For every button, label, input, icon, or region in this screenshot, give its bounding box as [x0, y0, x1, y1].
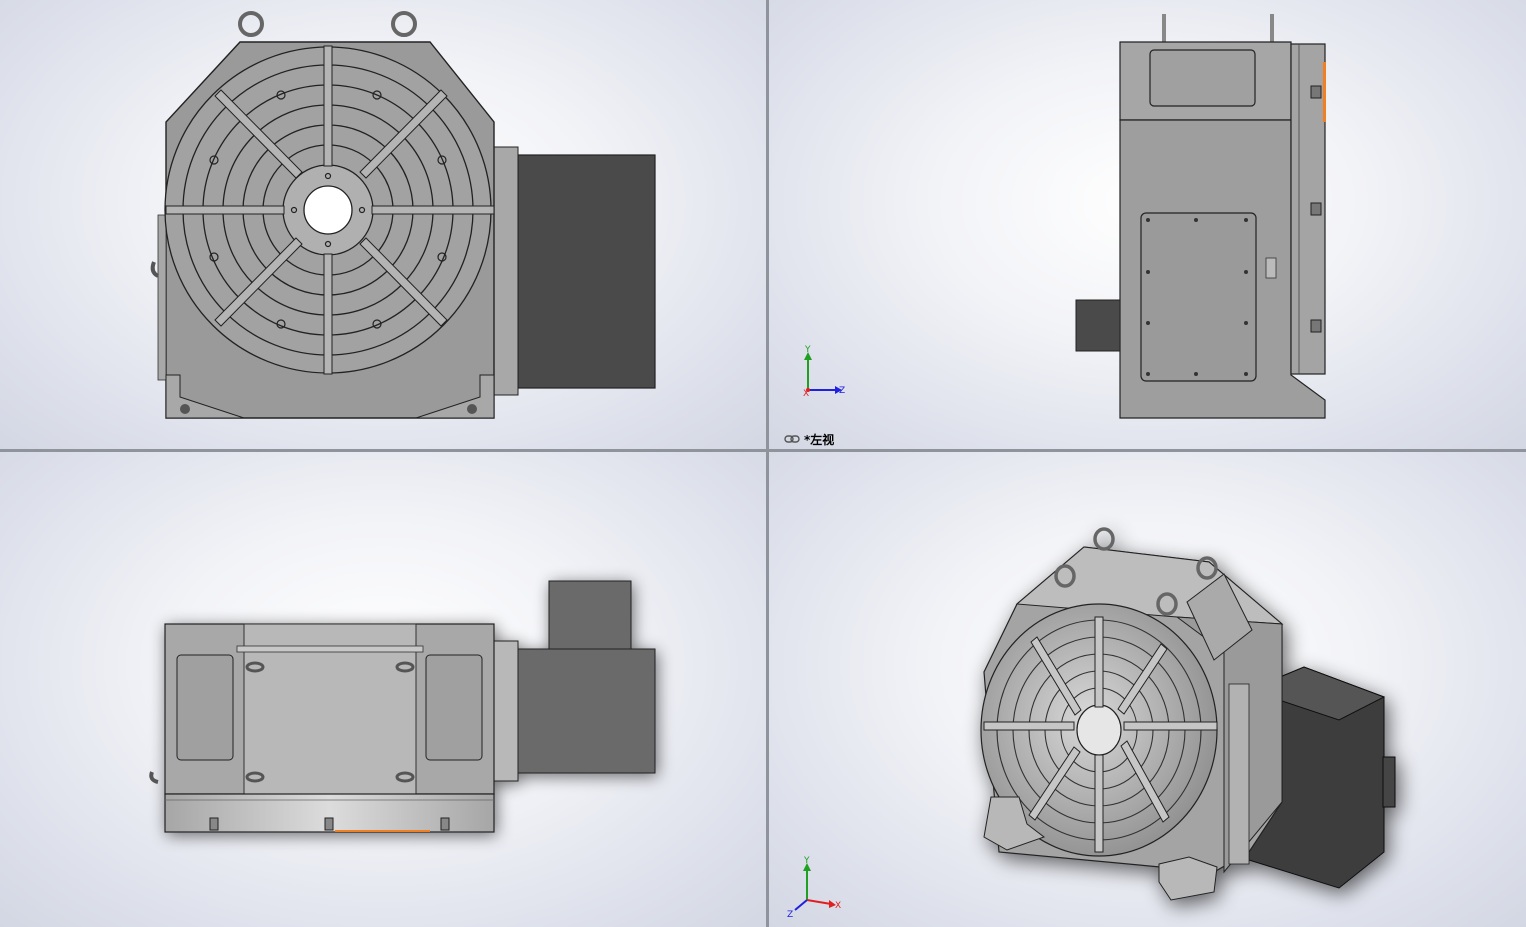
- motor-top-block: [548, 580, 632, 652]
- triad-iso-y-label: Y: [803, 856, 810, 866]
- view-name: *左视: [804, 432, 835, 447]
- motor-housing-top: [517, 648, 656, 774]
- link-icon: [784, 435, 800, 443]
- coolant-fitting-top: [149, 771, 159, 784]
- axis-triad: Y Z X: [803, 345, 845, 399]
- left-view-viewport[interactable]: Y Z X *左视: [769, 0, 1526, 449]
- motor-flange-top: [493, 640, 519, 782]
- triad-z-label: Z: [839, 386, 845, 396]
- viewport-splitter-vertical[interactable]: [766, 0, 769, 927]
- side-panel: [157, 214, 167, 381]
- isometric-view-drawing: Y X Z: [787, 527, 1396, 920]
- side-cover-plate: [1140, 212, 1257, 382]
- triad-iso-z-label: Z: [787, 910, 793, 920]
- top-view-drawing: [149, 580, 656, 833]
- motor-housing: [517, 154, 656, 389]
- motor-end: [1075, 299, 1121, 352]
- triad-iso-x-label: X: [835, 901, 841, 911]
- view-orientation-label[interactable]: *左视: [784, 431, 834, 447]
- foot-hole-right: [467, 404, 477, 414]
- cover-plate-right: [425, 654, 483, 761]
- triad-x-label: X: [803, 389, 809, 399]
- triad-y-label: Y: [804, 345, 811, 355]
- lifting-eye-right: [391, 11, 417, 37]
- motor-flange: [493, 146, 519, 396]
- orange-accent: [1323, 62, 1326, 122]
- top-view-viewport[interactable]: [0, 452, 766, 927]
- coolant-fitting: [150, 261, 160, 278]
- top-cover-plate: [1149, 49, 1256, 107]
- isometric-view-viewport[interactable]: Y X Z: [769, 452, 1526, 927]
- viewport-splitter-horizontal[interactable]: [0, 449, 1526, 452]
- front-view-drawing: [150, 11, 656, 419]
- orange-accent-top: [335, 830, 430, 832]
- foot-iso-right: [1158, 856, 1218, 901]
- rail-top: [236, 645, 424, 653]
- connector: [1265, 257, 1277, 279]
- axis-triad-iso: Y X Z: [787, 856, 841, 920]
- flange-iso: [1228, 683, 1250, 865]
- lifting-eye-left: [238, 11, 264, 37]
- cover-plate-left: [176, 654, 234, 761]
- front-view-viewport[interactable]: [0, 0, 766, 449]
- left-view-drawing: Y Z X: [803, 14, 1326, 419]
- foot-hole-left: [180, 404, 190, 414]
